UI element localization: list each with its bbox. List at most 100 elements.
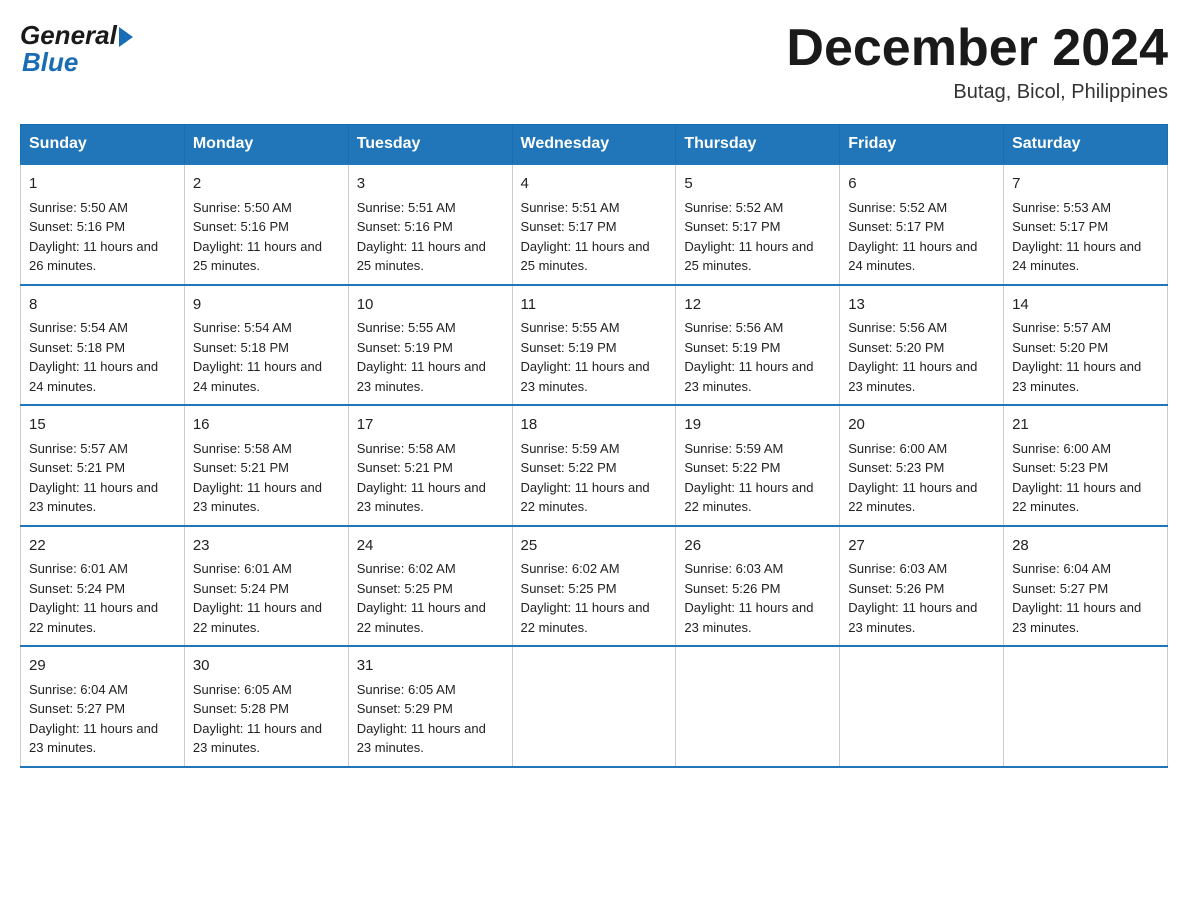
sunrise-info: Sunrise: 6:01 AMSunset: 5:24 PMDaylight:… [193, 561, 322, 635]
location-subtitle: Butag, Bicol, Philippines [786, 81, 1168, 104]
day-number: 26 [684, 535, 831, 558]
sunrise-info: Sunrise: 6:04 AMSunset: 5:27 PMDaylight:… [29, 682, 158, 756]
calendar-cell: 27 Sunrise: 6:03 AMSunset: 5:26 PMDaylig… [840, 526, 1004, 647]
day-number: 4 [521, 173, 668, 196]
calendar-cell: 31 Sunrise: 6:05 AMSunset: 5:29 PMDaylig… [348, 646, 512, 767]
calendar-cell: 15 Sunrise: 5:57 AMSunset: 5:21 PMDaylig… [21, 405, 185, 526]
calendar-header-row: SundayMondayTuesdayWednesdayThursdayFrid… [21, 125, 1168, 165]
calendar-cell: 14 Sunrise: 5:57 AMSunset: 5:20 PMDaylig… [1004, 285, 1168, 406]
logo-blue-text: Blue [20, 47, 78, 78]
calendar-cell: 12 Sunrise: 5:56 AMSunset: 5:19 PMDaylig… [676, 285, 840, 406]
calendar-cell: 2 Sunrise: 5:50 AMSunset: 5:16 PMDayligh… [184, 164, 348, 285]
day-number: 18 [521, 414, 668, 437]
sunrise-info: Sunrise: 5:53 AMSunset: 5:17 PMDaylight:… [1012, 200, 1141, 274]
sunrise-info: Sunrise: 6:04 AMSunset: 5:27 PMDaylight:… [1012, 561, 1141, 635]
day-number: 12 [684, 294, 831, 317]
calendar-cell [676, 646, 840, 767]
calendar-week-row: 22 Sunrise: 6:01 AMSunset: 5:24 PMDaylig… [21, 526, 1168, 647]
day-number: 14 [1012, 294, 1159, 317]
day-number: 20 [848, 414, 995, 437]
day-number: 1 [29, 173, 176, 196]
calendar-table: SundayMondayTuesdayWednesdayThursdayFrid… [20, 124, 1168, 768]
calendar-cell: 10 Sunrise: 5:55 AMSunset: 5:19 PMDaylig… [348, 285, 512, 406]
day-number: 22 [29, 535, 176, 558]
calendar-cell: 18 Sunrise: 5:59 AMSunset: 5:22 PMDaylig… [512, 405, 676, 526]
sunrise-info: Sunrise: 6:02 AMSunset: 5:25 PMDaylight:… [357, 561, 486, 635]
calendar-cell: 19 Sunrise: 5:59 AMSunset: 5:22 PMDaylig… [676, 405, 840, 526]
day-header-saturday: Saturday [1004, 125, 1168, 165]
day-number: 5 [684, 173, 831, 196]
calendar-cell: 4 Sunrise: 5:51 AMSunset: 5:17 PMDayligh… [512, 164, 676, 285]
sunrise-info: Sunrise: 5:50 AMSunset: 5:16 PMDaylight:… [29, 200, 158, 274]
sunrise-info: Sunrise: 5:59 AMSunset: 5:22 PMDaylight:… [684, 441, 813, 515]
day-number: 31 [357, 655, 504, 678]
day-number: 24 [357, 535, 504, 558]
sunrise-info: Sunrise: 6:02 AMSunset: 5:25 PMDaylight:… [521, 561, 650, 635]
calendar-cell [1004, 646, 1168, 767]
sunrise-info: Sunrise: 5:55 AMSunset: 5:19 PMDaylight:… [357, 320, 486, 394]
day-header-wednesday: Wednesday [512, 125, 676, 165]
sunrise-info: Sunrise: 6:01 AMSunset: 5:24 PMDaylight:… [29, 561, 158, 635]
sunrise-info: Sunrise: 5:56 AMSunset: 5:19 PMDaylight:… [684, 320, 813, 394]
sunrise-info: Sunrise: 6:00 AMSunset: 5:23 PMDaylight:… [848, 441, 977, 515]
sunrise-info: Sunrise: 5:58 AMSunset: 5:21 PMDaylight:… [193, 441, 322, 515]
day-number: 17 [357, 414, 504, 437]
calendar-cell: 26 Sunrise: 6:03 AMSunset: 5:26 PMDaylig… [676, 526, 840, 647]
calendar-cell: 16 Sunrise: 5:58 AMSunset: 5:21 PMDaylig… [184, 405, 348, 526]
calendar-cell: 23 Sunrise: 6:01 AMSunset: 5:24 PMDaylig… [184, 526, 348, 647]
sunrise-info: Sunrise: 5:51 AMSunset: 5:16 PMDaylight:… [357, 200, 486, 274]
calendar-cell: 29 Sunrise: 6:04 AMSunset: 5:27 PMDaylig… [21, 646, 185, 767]
sunrise-info: Sunrise: 5:57 AMSunset: 5:20 PMDaylight:… [1012, 320, 1141, 394]
day-number: 11 [521, 294, 668, 317]
calendar-cell: 5 Sunrise: 5:52 AMSunset: 5:17 PMDayligh… [676, 164, 840, 285]
calendar-cell: 30 Sunrise: 6:05 AMSunset: 5:28 PMDaylig… [184, 646, 348, 767]
day-number: 30 [193, 655, 340, 678]
sunrise-info: Sunrise: 5:59 AMSunset: 5:22 PMDaylight:… [521, 441, 650, 515]
calendar-week-row: 1 Sunrise: 5:50 AMSunset: 5:16 PMDayligh… [21, 164, 1168, 285]
calendar-cell: 20 Sunrise: 6:00 AMSunset: 5:23 PMDaylig… [840, 405, 1004, 526]
calendar-cell: 25 Sunrise: 6:02 AMSunset: 5:25 PMDaylig… [512, 526, 676, 647]
calendar-cell: 3 Sunrise: 5:51 AMSunset: 5:16 PMDayligh… [348, 164, 512, 285]
sunrise-info: Sunrise: 5:50 AMSunset: 5:16 PMDaylight:… [193, 200, 322, 274]
sunrise-info: Sunrise: 6:05 AMSunset: 5:28 PMDaylight:… [193, 682, 322, 756]
day-number: 9 [193, 294, 340, 317]
sunrise-info: Sunrise: 5:58 AMSunset: 5:21 PMDaylight:… [357, 441, 486, 515]
day-number: 21 [1012, 414, 1159, 437]
day-header-tuesday: Tuesday [348, 125, 512, 165]
calendar-cell: 9 Sunrise: 5:54 AMSunset: 5:18 PMDayligh… [184, 285, 348, 406]
day-number: 25 [521, 535, 668, 558]
day-header-monday: Monday [184, 125, 348, 165]
sunrise-info: Sunrise: 5:52 AMSunset: 5:17 PMDaylight:… [684, 200, 813, 274]
day-number: 15 [29, 414, 176, 437]
calendar-cell: 21 Sunrise: 6:00 AMSunset: 5:23 PMDaylig… [1004, 405, 1168, 526]
title-area: December 2024 Butag, Bicol, Philippines [786, 20, 1168, 104]
day-header-thursday: Thursday [676, 125, 840, 165]
day-number: 27 [848, 535, 995, 558]
day-number: 23 [193, 535, 340, 558]
calendar-cell: 7 Sunrise: 5:53 AMSunset: 5:17 PMDayligh… [1004, 164, 1168, 285]
day-number: 10 [357, 294, 504, 317]
calendar-cell: 13 Sunrise: 5:56 AMSunset: 5:20 PMDaylig… [840, 285, 1004, 406]
sunrise-info: Sunrise: 5:54 AMSunset: 5:18 PMDaylight:… [193, 320, 322, 394]
calendar-week-row: 29 Sunrise: 6:04 AMSunset: 5:27 PMDaylig… [21, 646, 1168, 767]
day-number: 6 [848, 173, 995, 196]
sunrise-info: Sunrise: 5:56 AMSunset: 5:20 PMDaylight:… [848, 320, 977, 394]
sunrise-info: Sunrise: 6:00 AMSunset: 5:23 PMDaylight:… [1012, 441, 1141, 515]
calendar-cell: 22 Sunrise: 6:01 AMSunset: 5:24 PMDaylig… [21, 526, 185, 647]
calendar-cell: 8 Sunrise: 5:54 AMSunset: 5:18 PMDayligh… [21, 285, 185, 406]
month-title: December 2024 [786, 20, 1168, 77]
calendar-cell [512, 646, 676, 767]
calendar-cell: 1 Sunrise: 5:50 AMSunset: 5:16 PMDayligh… [21, 164, 185, 285]
day-number: 16 [193, 414, 340, 437]
day-number: 19 [684, 414, 831, 437]
calendar-cell: 28 Sunrise: 6:04 AMSunset: 5:27 PMDaylig… [1004, 526, 1168, 647]
sunrise-info: Sunrise: 6:05 AMSunset: 5:29 PMDaylight:… [357, 682, 486, 756]
day-number: 2 [193, 173, 340, 196]
day-number: 7 [1012, 173, 1159, 196]
calendar-cell: 11 Sunrise: 5:55 AMSunset: 5:19 PMDaylig… [512, 285, 676, 406]
page-header: General Blue December 2024 Butag, Bicol,… [20, 20, 1168, 104]
calendar-cell: 24 Sunrise: 6:02 AMSunset: 5:25 PMDaylig… [348, 526, 512, 647]
day-number: 3 [357, 173, 504, 196]
day-number: 8 [29, 294, 176, 317]
sunrise-info: Sunrise: 5:54 AMSunset: 5:18 PMDaylight:… [29, 320, 158, 394]
